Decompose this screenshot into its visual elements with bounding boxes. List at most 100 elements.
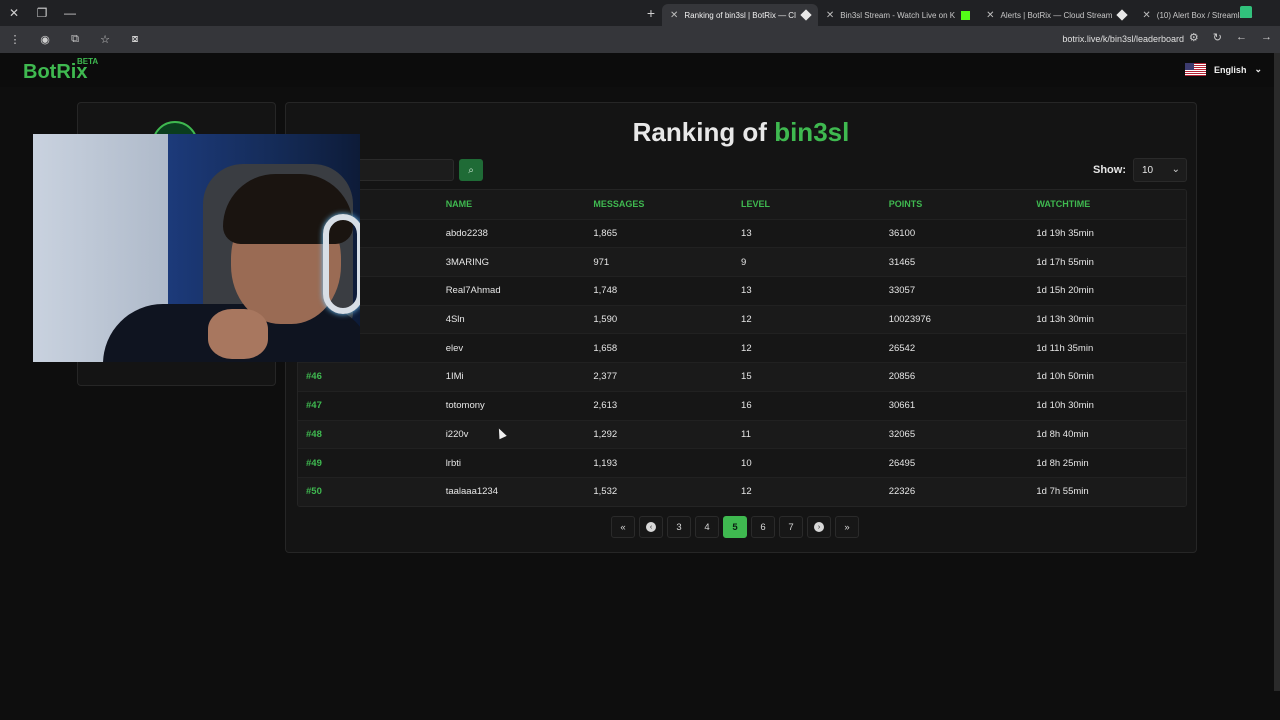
page-7-button[interactable]: 7 [779,516,803,538]
next-page-button[interactable]: › [807,516,831,538]
botrix-favicon-icon [800,9,812,21]
close-tab-icon[interactable]: ✕ [670,10,678,21]
channel-name: bin3sl [774,117,850,147]
prev-icon: ‹ [646,522,656,532]
webcam-headset [323,214,360,314]
tab-strip: + ✕ Ranking of bin3sl | BotRix — Cl ✕ Bi… [640,0,1260,26]
language-selector[interactable]: English ⌄ [1184,63,1262,76]
chevron-down-icon: ⌄ [1254,64,1262,74]
messages-cell: 2,613 [593,400,618,412]
name-cell: 3MARING [445,256,489,268]
level-cell: 12 [741,314,752,326]
address-bar: ⋮ ◉ ⧉ ☆ ⧇ botrix.live/k/bin3sl/leaderboa… [0,26,1280,53]
site-header: BotRix BETA English ⌄ [0,53,1280,87]
forward-icon[interactable]: → [1261,31,1272,44]
close-tab-icon[interactable]: ✕ [986,10,994,21]
points-cell: 31465 [888,256,916,268]
messages-cell: 1,532 [593,486,618,498]
language-label: English [1213,64,1247,75]
page-4-button[interactable]: 4 [695,516,719,538]
search-input[interactable] [346,159,454,181]
header-level[interactable]: LEVEL [741,199,889,209]
watchtime-cell: 1d 10h 30min [1036,400,1094,412]
translate-icon[interactable]: ⧇ [120,33,150,46]
tab-kick-stream[interactable]: ✕ Bin3sl Stream - Watch Live on K [818,4,978,26]
close-window-icon[interactable]: ✕ [0,0,28,26]
watchtime-cell: 1d 11h 35min [1036,342,1094,354]
watchtime-cell: 1d 19h 35min [1036,228,1094,240]
menu-dots-icon[interactable]: ⋮ [0,33,30,46]
watchtime-cell: 1d 15h 20min [1036,285,1094,297]
close-tab-icon[interactable]: ✕ [826,10,834,21]
show-count-value: 10 [1142,165,1154,176]
chevron-down-icon: ⌄ [1171,164,1180,175]
new-tab-button[interactable]: + [640,5,662,21]
rank-cell: #46 [306,371,322,383]
first-page-button[interactable]: « [611,516,635,538]
messages-cell: 971 [593,256,610,268]
watchtime-cell: 1d 8h 40min [1036,428,1089,440]
header-messages[interactable]: MESSAGES [593,199,741,209]
watchtime-cell: 1d 17h 55min [1036,256,1094,268]
pagination: « ‹ 3 4 5 6 7 › » [611,516,859,538]
rank-cell: #50 [306,486,322,498]
points-cell: 26542 [888,342,916,354]
points-cell: 32065 [888,428,916,440]
header-name[interactable]: NAME [446,199,594,209]
table-row: Real7Ahmad 1,748 13 33057 1d 15h 20min [298,276,1186,305]
ranking-card: Ranking of bin3sl ⌕ Show: 10 ⌄ NAME MESS… [285,102,1197,553]
table-row: 4Sln 1,590 12 10023976 1d 13h 30min [298,304,1186,334]
search-button[interactable]: ⌕ [459,159,483,181]
watchtime-cell: 1d 8h 25min [1036,457,1089,469]
messages-cell: 2,377 [593,371,618,383]
table-row: #47 totomony 2,613 16 30661 1d 10h 30min [298,390,1186,420]
points-cell: 36100 [888,228,916,240]
extension-icon[interactable] [1240,6,1252,18]
title-prefix: Ranking of [632,117,775,147]
messages-cell: 1,292 [593,428,618,440]
level-cell: 13 [741,228,752,240]
webcam-person-hand [208,309,268,359]
site-settings-icon[interactable]: ⚙ [1189,31,1199,44]
points-cell: 33057 [888,285,916,297]
profile-icon[interactable]: ◉ [30,33,60,46]
page-title: Ranking of bin3sl [286,117,1196,148]
last-page-button[interactable]: » [835,516,859,538]
page-scrollbar[interactable] [1274,53,1280,691]
name-cell: totomony [445,400,485,412]
browser-tab-bar: ✕ ❐ — + ✕ Ranking of bin3sl | BotRix — C… [0,0,1280,26]
table-row: #49 lrbti 1,193 10 26495 1d 8h 25min [298,448,1186,477]
reload-icon[interactable]: ↻ [1213,31,1222,44]
minimize-window-icon[interactable]: — [56,0,84,26]
prev-page-button[interactable]: ‹ [639,516,663,538]
points-cell: 10023976 [888,314,931,326]
leaderboard-table: NAME MESSAGES LEVEL POINTS WATCHTIME abd… [297,189,1187,507]
level-cell: 9 [741,256,747,268]
page-3-button[interactable]: 3 [667,516,691,538]
show-count-select[interactable]: 10 ⌄ [1133,158,1187,182]
tab-botrix-ranking[interactable]: ✕ Ranking of bin3sl | BotRix — Cl [662,4,818,26]
header-watchtime[interactable]: WATCHTIME [1036,199,1186,209]
page-5-button[interactable]: 5 [723,516,747,538]
watchtime-cell: 1d 13h 30min [1036,314,1094,326]
header-points[interactable]: POINTS [889,199,1037,209]
name-cell: taalaaa1234 [445,486,498,498]
table-row: abdo2238 1,865 13 36100 1d 19h 35min [298,218,1186,248]
restore-window-icon[interactable]: ❐ [28,0,56,26]
search-icon: ⌕ [468,164,474,176]
page-6-button[interactable]: 6 [751,516,775,538]
back-icon[interactable]: ← [1236,31,1247,44]
tab-title: Alerts | BotRix — Cloud Stream [1000,10,1113,20]
url-field[interactable]: botrix.live/k/bin3sl/leaderboard [1062,34,1184,44]
us-flag-icon [1184,63,1206,76]
bookmark-star-icon[interactable]: ☆ [90,33,120,46]
messages-cell: 1,590 [593,314,618,326]
watchtime-cell: 1d 7h 55min [1036,486,1089,498]
show-label: Show: [1093,164,1126,176]
points-cell: 22326 [888,486,916,498]
tab-botrix-alerts[interactable]: ✕ Alerts | BotRix — Cloud Stream [978,4,1134,26]
extensions-icon[interactable]: ⧉ [60,33,90,46]
rank-cell: #48 [306,428,322,440]
tab-title: Ranking of bin3sl | BotRix — Cl [684,10,796,20]
close-tab-icon[interactable]: ✕ [1142,10,1150,21]
